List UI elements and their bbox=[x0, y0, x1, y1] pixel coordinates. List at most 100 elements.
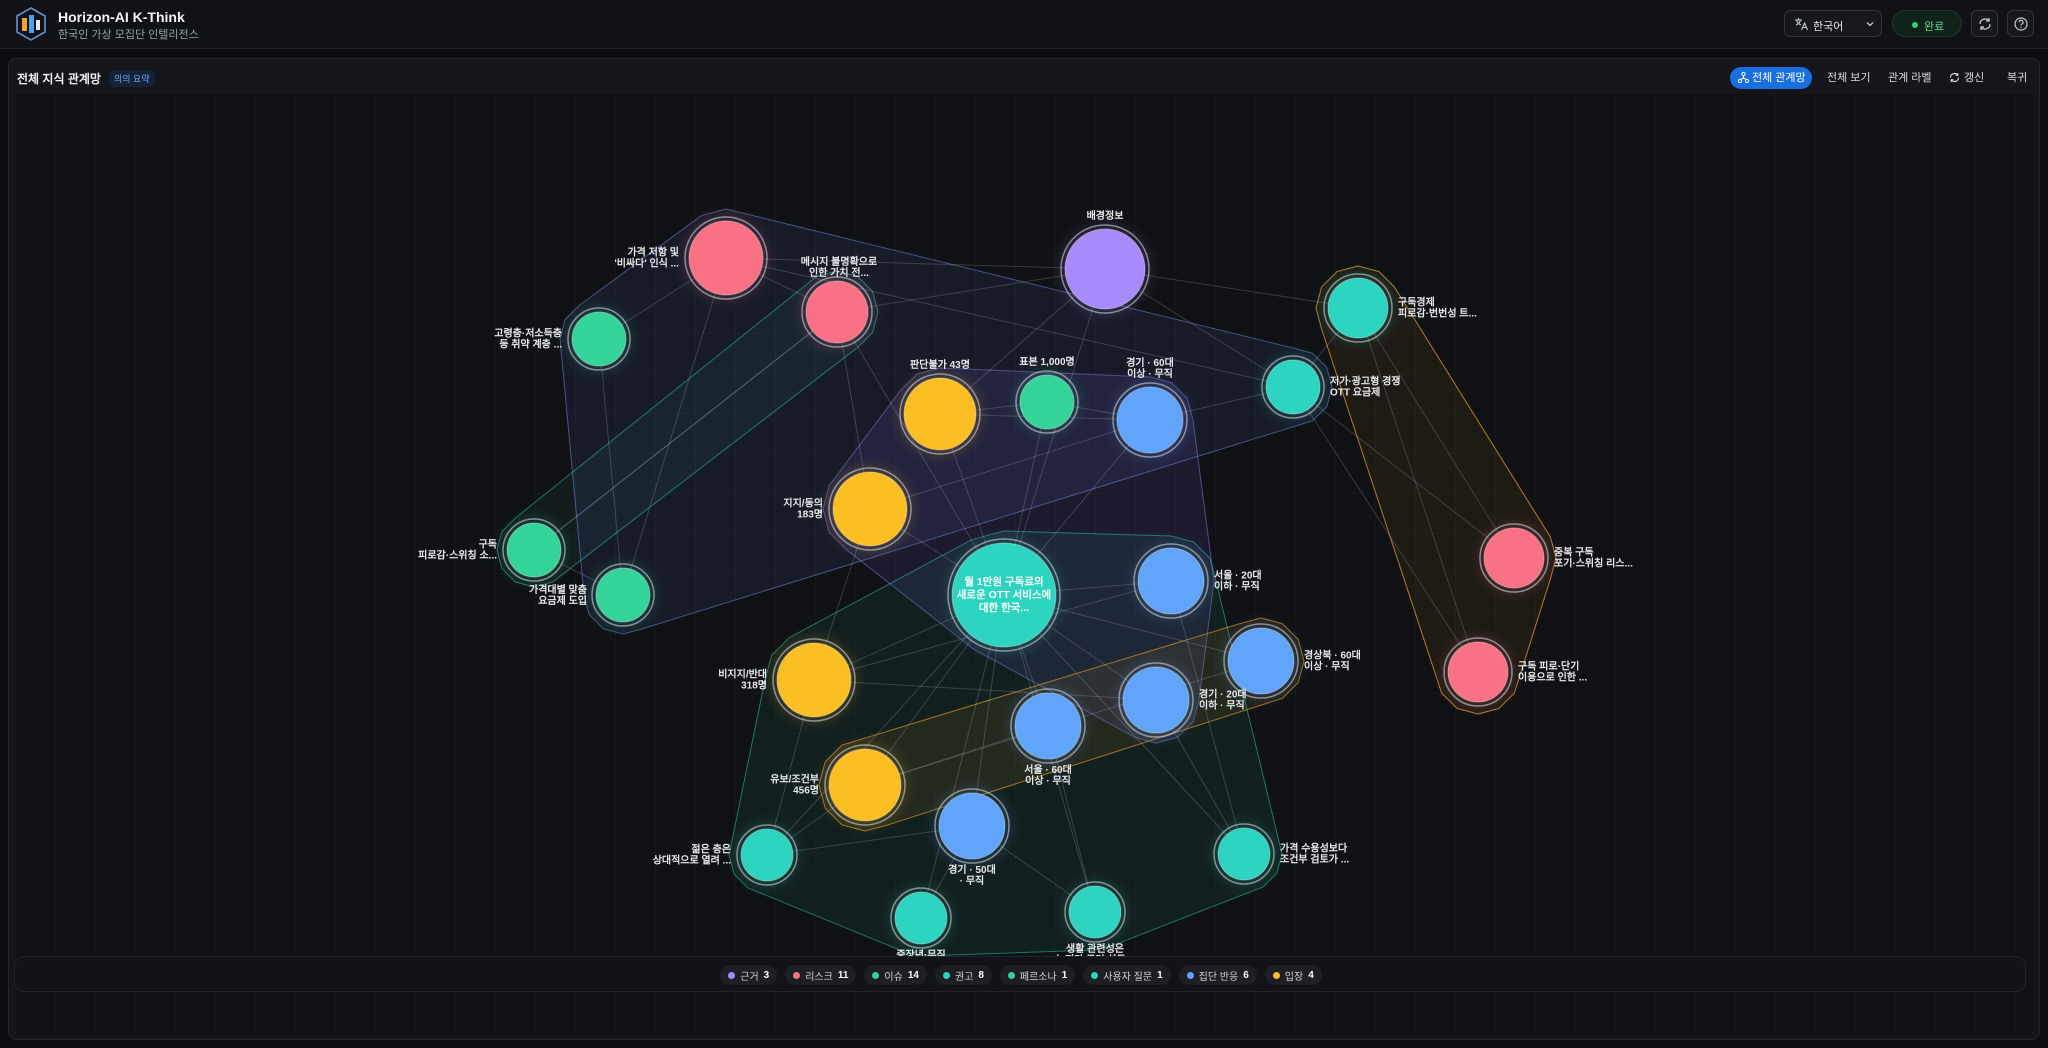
node-label-line: OTT 요금제 bbox=[1330, 386, 1380, 399]
node-circle bbox=[595, 567, 651, 623]
graph-node-r2[interactable]: 메시지 불명확으로 인한 가치 전... bbox=[800, 255, 877, 349]
node-label-line: · 무직 bbox=[960, 874, 985, 887]
node-label-line: 구독경제 bbox=[1398, 296, 1435, 309]
app-subtitle: 한국인 가상 모집단 인텔리전스 bbox=[58, 29, 199, 41]
node-circle bbox=[1217, 827, 1271, 881]
legend-label: 사용자 질문 bbox=[1103, 971, 1153, 983]
graph-node-t4[interactable]: 가격 수용성보다 조건부 검토가 ... bbox=[1212, 822, 1349, 886]
status-dot bbox=[1912, 22, 1918, 28]
network-icon bbox=[1738, 72, 1749, 83]
legend-chip[interactable]: 근거 3 bbox=[720, 965, 778, 985]
legend-color-dot bbox=[1007, 971, 1015, 979]
legend-count: 1 bbox=[1157, 969, 1163, 981]
node-label-line: 456명 bbox=[793, 784, 819, 797]
node-label: 고령층·저소득층 등 취약 계층 ... bbox=[494, 327, 562, 351]
graph-node-r3[interactable]: 중복 구독 포기·스위칭 리스... bbox=[1478, 522, 1633, 594]
node-label-line: 183명 bbox=[797, 508, 823, 521]
node-label-line: 배경정보 bbox=[1087, 209, 1124, 222]
node-label: 메시지 불명확으로 인한 가치 전... bbox=[801, 255, 877, 279]
node-label: 서울 · 60대 이상 · 무직 bbox=[1024, 763, 1072, 787]
node-label-line: 경기 · 20대 bbox=[1199, 688, 1247, 701]
status-badge: 완료 bbox=[1892, 10, 1962, 37]
app-title: Horizon-AI K-Think bbox=[58, 9, 185, 25]
translate-icon bbox=[1795, 18, 1808, 31]
node-label-line: 구독 bbox=[479, 539, 497, 551]
graph-node-t1[interactable]: 젊은 층은 상대적으로 열려 ... bbox=[653, 823, 799, 887]
node-circle bbox=[1137, 547, 1205, 615]
node-label: 경상북 · 60대 이상 · 무직 bbox=[1304, 649, 1361, 673]
legend-count: 6 bbox=[1243, 969, 1249, 981]
legend-chip[interactable]: 집단 반응 6 bbox=[1178, 965, 1257, 985]
node-label-line: 표본 1,000명 bbox=[1019, 355, 1074, 368]
legend-color-dot bbox=[1091, 971, 1099, 979]
node-label-line: 서울 · 20대 bbox=[1214, 569, 1262, 582]
summary-badge[interactable]: 의의 요약 bbox=[109, 70, 155, 87]
node-circle bbox=[1265, 359, 1321, 415]
node-label-line: 대한 한국... bbox=[979, 601, 1029, 614]
legend-items: 근거 3 리스크 11 이슈 14 권고 8 페르소나 1 사용자 질문 1 집단 반응 6 입장 4 bbox=[15, 957, 2027, 993]
node-circle bbox=[506, 522, 562, 578]
node-circle bbox=[1068, 885, 1122, 939]
update-button[interactable]: 갱신 bbox=[1949, 67, 1989, 89]
restore-button[interactable]: 복귀 bbox=[2005, 67, 2033, 89]
legend-count: 4 bbox=[1308, 969, 1314, 981]
graph-node-p2[interactable]: 서울 · 20대 이하 · 무직 bbox=[1132, 542, 1262, 620]
node-circle bbox=[740, 828, 794, 882]
node-label-line: 새로운 OTT 서비스에 bbox=[957, 588, 1051, 601]
graph-node-bg[interactable]: 배경정보 bbox=[1059, 209, 1151, 315]
node-label-line: 유보/조건부 bbox=[770, 773, 819, 786]
graph-node-center[interactable]: 월 1만원 구독료의 새로운 OTT 서비스에 대한 한국... bbox=[946, 537, 1062, 653]
node-label-line: 월 1만원 구독료의 bbox=[964, 575, 1043, 588]
legend-chip[interactable]: 입장 4 bbox=[1264, 965, 1322, 985]
graph-node-i4[interactable]: 표본 1,000명 bbox=[1014, 355, 1080, 435]
legend-chip[interactable]: 사용자 질문 1 bbox=[1083, 965, 1171, 985]
legend-color-dot bbox=[1186, 971, 1194, 979]
top-bar: Horizon-AI K-Think 한국인 가상 모집단 인텔리전스 한국어 … bbox=[0, 0, 2048, 49]
node-circle bbox=[1327, 277, 1389, 339]
node-circle bbox=[688, 220, 764, 296]
node-circle bbox=[1019, 374, 1075, 430]
node-label-line: 저가·광고형 경쟁 bbox=[1330, 375, 1401, 388]
node-label-line: 가격대별 맞춤 bbox=[529, 583, 587, 596]
legend-chip[interactable]: 리스크 11 bbox=[785, 965, 857, 985]
node-label: 표본 1,000명 bbox=[1019, 355, 1074, 368]
relation-label-button[interactable]: 관계 라벨 bbox=[1886, 67, 1934, 89]
node-circle bbox=[828, 748, 902, 822]
node-label: 젊은 층은 상대적으로 열려 ... bbox=[653, 843, 732, 867]
node-label: 구독 피로감·스위칭 소... bbox=[418, 539, 497, 562]
legend-color-dot bbox=[728, 971, 736, 979]
node-circle bbox=[1014, 692, 1082, 760]
node-circle bbox=[938, 792, 1006, 860]
graph-canvas[interactable]: 월 1만원 구독료의 새로운 OTT 서비스에 대한 한국... 배경정보가격 저항 … bbox=[15, 93, 2033, 1035]
help-button[interactable] bbox=[2007, 10, 2034, 37]
node-label-line: 요금제 도입 bbox=[538, 594, 587, 607]
node-label-line: 피로감·번번성 트... bbox=[1398, 307, 1477, 320]
help-icon bbox=[2014, 17, 2028, 31]
node-label: 가격 수용성보다 조건부 검토가 ... bbox=[1280, 842, 1349, 866]
graph-node-s3[interactable]: 비지지/반대 318명 bbox=[718, 637, 857, 723]
node-label: 가격 저항 및 '비싸다' 인식 ... bbox=[614, 246, 679, 270]
view-all-button[interactable]: 전체 보기 bbox=[1825, 67, 1873, 89]
node-label: 비지지/반대 318명 bbox=[718, 668, 767, 692]
node-label-line: 가격 수용성보다 bbox=[1280, 842, 1348, 855]
node-circle bbox=[903, 377, 977, 451]
legend-chip[interactable]: 페르소나 1 bbox=[999, 965, 1076, 985]
node-label-line: 생활 관련성은 bbox=[1066, 942, 1124, 955]
language-label: 한국어 bbox=[1813, 21, 1844, 33]
refresh-button[interactable] bbox=[1971, 10, 1998, 37]
node-circle bbox=[832, 471, 908, 547]
language-select[interactable]: 한국어 bbox=[1784, 10, 1882, 37]
knowledge-graph[interactable]: 월 1만원 구독료의 새로운 OTT 서비스에 대한 한국... 배경정보가격 저항 … bbox=[15, 93, 2033, 1035]
node-label-line: 이하 · 무직 bbox=[1214, 580, 1260, 593]
graph-node-i2[interactable]: 구독 피로감·스위칭 소... bbox=[418, 517, 567, 583]
node-label-line: 지지/동의 bbox=[783, 497, 823, 510]
legend-chip[interactable]: 권고 8 bbox=[934, 965, 992, 985]
legend-chip[interactable]: 이슈 14 bbox=[864, 965, 927, 985]
node-label-line: 서울 · 60대 bbox=[1024, 763, 1072, 776]
legend-count: 14 bbox=[907, 969, 919, 981]
restore-label: 복귀 bbox=[2007, 72, 2028, 84]
tab-full-network[interactable]: 전체 관계망 bbox=[1730, 67, 1812, 89]
node-circle bbox=[805, 280, 869, 344]
legend-label: 이슈 bbox=[884, 971, 903, 983]
node-label-line: 이하 · 무직 bbox=[1199, 699, 1245, 712]
